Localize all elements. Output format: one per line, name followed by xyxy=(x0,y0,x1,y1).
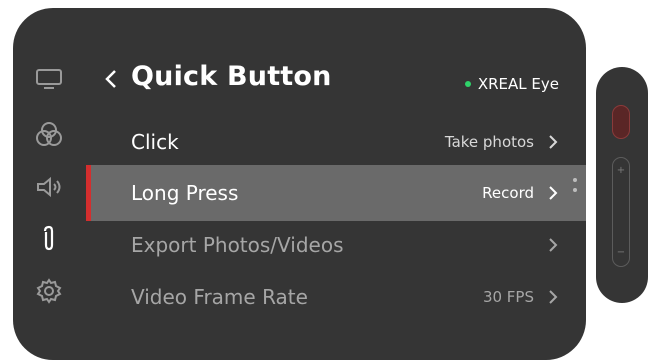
plus-icon: + xyxy=(616,165,626,176)
display-icon[interactable] xyxy=(33,63,65,95)
selection-accent xyxy=(86,165,91,221)
minus-icon: − xyxy=(616,247,626,258)
chevron-right-icon xyxy=(546,184,560,202)
row-label: Long Press xyxy=(131,181,239,205)
connection-dot-icon xyxy=(464,81,471,87)
row-click[interactable]: Click Take photos xyxy=(86,114,586,170)
row-long-press[interactable]: Long Press Record xyxy=(86,165,586,221)
settings-panel: Quick Button XREAL Eye Click Take photos… xyxy=(13,8,586,360)
row-value: 30 FPS xyxy=(482,288,534,306)
chevron-right-icon xyxy=(546,133,560,151)
chevron-right-icon xyxy=(546,236,560,254)
row-frame-rate[interactable]: Video Frame Rate 30 FPS xyxy=(86,269,586,325)
volume-rocker[interactable]: + − xyxy=(612,157,630,267)
chevron-right-icon xyxy=(546,288,560,306)
row-label: Video Frame Rate xyxy=(131,285,308,309)
color-circles-icon[interactable] xyxy=(33,118,65,150)
page-title: Quick Button xyxy=(131,61,332,92)
quick-button[interactable] xyxy=(612,105,630,139)
device-name: XREAL Eye xyxy=(477,75,559,93)
chevron-left-icon xyxy=(105,70,116,88)
back-button[interactable] xyxy=(99,66,123,92)
scroll-indicator xyxy=(572,178,578,198)
gear-icon[interactable] xyxy=(33,275,65,307)
paperclip-icon[interactable] xyxy=(33,223,65,255)
row-value: Take photos xyxy=(444,133,534,151)
row-label: Click xyxy=(131,130,179,154)
speaker-icon[interactable] xyxy=(33,171,65,203)
device-status: XREAL Eye xyxy=(464,75,559,93)
row-value: Record xyxy=(482,184,534,202)
row-export[interactable]: Export Photos/Videos xyxy=(86,217,586,273)
controller-widget: + − xyxy=(596,67,648,303)
row-label: Export Photos/Videos xyxy=(131,233,344,257)
